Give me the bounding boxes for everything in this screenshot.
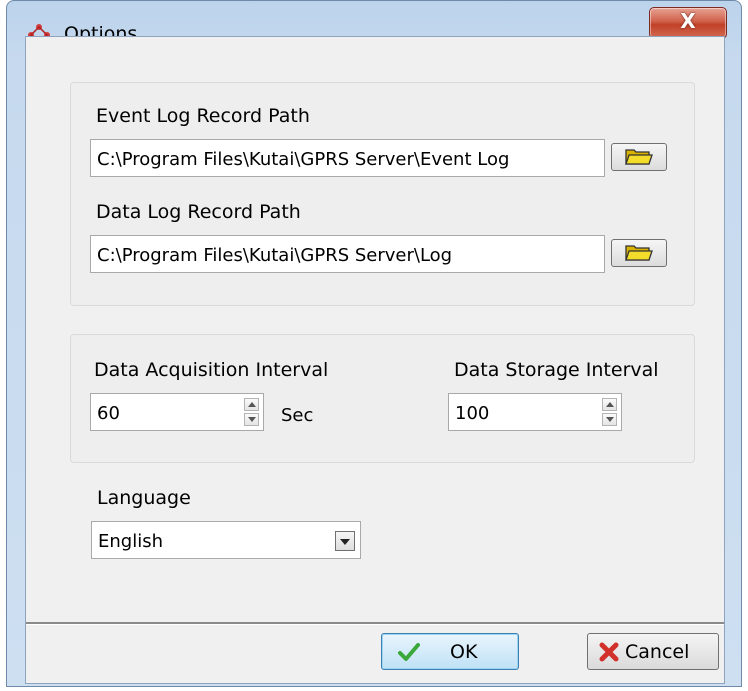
language-label: Language xyxy=(97,487,191,509)
language-selected-value: English xyxy=(98,531,163,552)
storage-interval-value: 100 xyxy=(455,403,490,424)
close-icon: X xyxy=(680,9,696,33)
dialog-body: Event Log Record Path C:\Program Files\K… xyxy=(25,36,725,684)
options-dialog: Options X Event Log Record Path C:\Progr… xyxy=(6,0,742,687)
data-log-path-field[interactable]: C:\Program Files\Kutai\GPRS Server\Log xyxy=(90,235,605,273)
data-log-browse-button[interactable] xyxy=(611,239,667,267)
x-cancel-icon xyxy=(599,642,619,662)
cancel-button[interactable]: Cancel xyxy=(587,633,719,670)
spinner-down-icon[interactable] xyxy=(602,413,617,426)
spinner-down-icon[interactable] xyxy=(244,413,259,426)
language-select[interactable]: English xyxy=(91,521,361,559)
folder-open-icon xyxy=(625,149,653,165)
event-log-path-label: Event Log Record Path xyxy=(96,105,310,127)
acquisition-interval-spinner[interactable]: 60 xyxy=(90,393,264,431)
storage-interval-label: Data Storage Interval xyxy=(454,359,659,381)
close-button[interactable]: X xyxy=(649,7,727,39)
acquisition-interval-value: 60 xyxy=(97,403,120,424)
paths-group: Event Log Record Path C:\Program Files\K… xyxy=(70,82,695,306)
spinner-up-icon[interactable] xyxy=(602,398,617,411)
ok-button[interactable]: OK xyxy=(381,633,519,670)
data-log-path-label: Data Log Record Path xyxy=(96,201,301,223)
storage-interval-spinner[interactable]: 100 xyxy=(448,393,622,431)
chevron-down-icon[interactable] xyxy=(335,531,355,551)
spinner-up-icon[interactable] xyxy=(244,398,259,411)
event-log-path-field[interactable]: C:\Program Files\Kutai\GPRS Server\Event… xyxy=(90,139,605,177)
acquisition-interval-unit: Sec xyxy=(281,405,314,426)
folder-open-icon xyxy=(625,245,653,261)
acquisition-interval-label: Data Acquisition Interval xyxy=(94,359,329,381)
cancel-button-label: Cancel xyxy=(625,641,690,663)
ok-button-label: OK xyxy=(450,641,478,663)
footer-divider xyxy=(26,622,724,625)
intervals-group: Data Acquisition Interval 60 Sec Data St… xyxy=(70,334,695,463)
checkmark-icon xyxy=(398,643,420,661)
event-log-browse-button[interactable] xyxy=(611,143,667,171)
